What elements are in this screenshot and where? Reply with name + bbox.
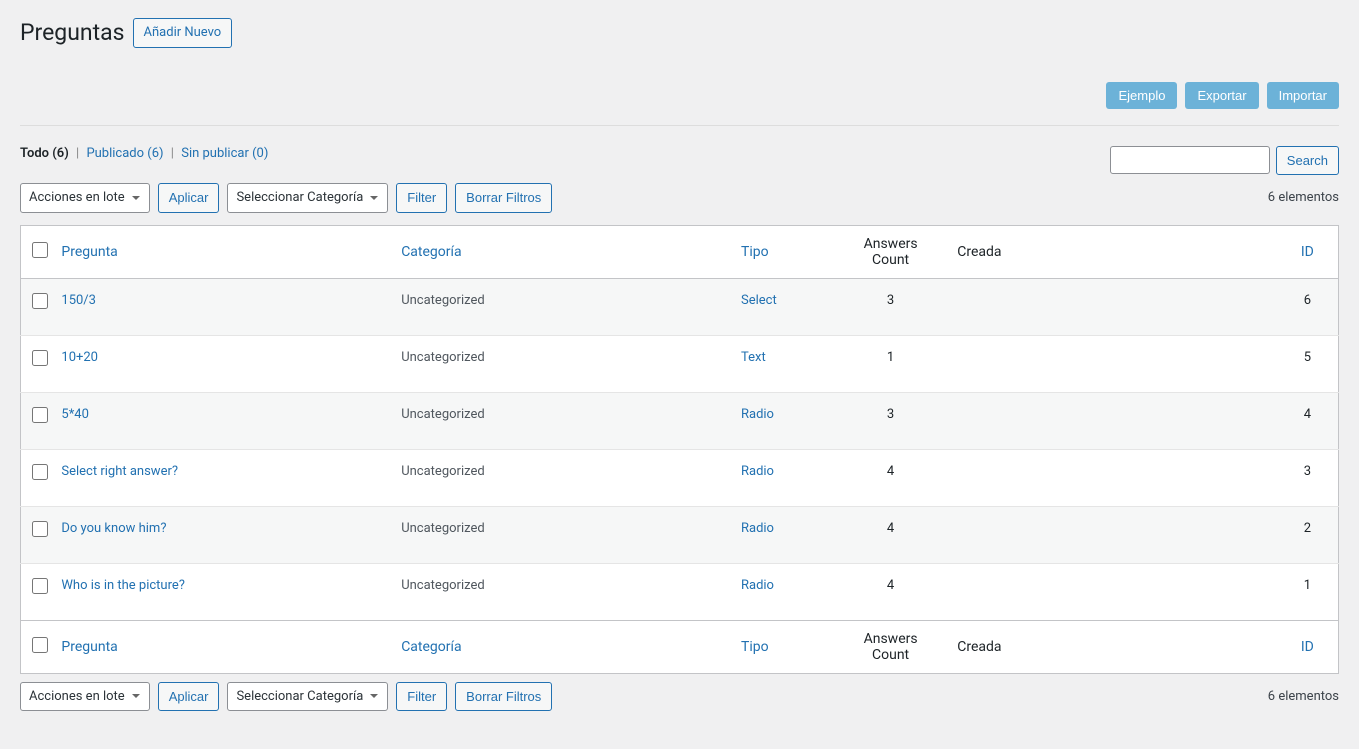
- category-cell: Uncategorized: [391, 392, 731, 449]
- column-id[interactable]: ID: [1301, 244, 1314, 260]
- example-button[interactable]: Ejemplo: [1106, 82, 1177, 109]
- page-title: Preguntas: [20, 19, 125, 46]
- table-row: Select right answer? Uncategorized Radio 4 3: [21, 449, 1339, 506]
- id-cell: 3: [1277, 449, 1339, 506]
- divider: [20, 125, 1339, 126]
- table-row: 5*40 Uncategorized Radio 3 4: [21, 392, 1339, 449]
- row-checkbox[interactable]: [32, 293, 48, 309]
- filter-button-bottom[interactable]: Filter: [396, 682, 447, 712]
- export-button[interactable]: Exportar: [1185, 82, 1258, 109]
- type-link[interactable]: Radio: [741, 578, 774, 593]
- question-link[interactable]: Select right answer?: [61, 464, 178, 479]
- bulk-actions-select[interactable]: Acciones en lote: [20, 183, 150, 213]
- column-created: Creada: [947, 225, 1277, 278]
- answers-cell: 1: [834, 335, 947, 392]
- import-button[interactable]: Importar: [1267, 82, 1339, 109]
- column-question[interactable]: Pregunta: [61, 244, 117, 260]
- column-answers-footer: Answers Count: [834, 620, 947, 673]
- table-row: 150/3 Uncategorized Select 3 6: [21, 278, 1339, 335]
- category-select-label: Seleccionar Categoría: [236, 687, 363, 707]
- column-answers: Answers Count: [834, 225, 947, 278]
- type-link[interactable]: Radio: [741, 407, 774, 422]
- separator: |: [167, 146, 178, 161]
- bulk-actions-label: Acciones en lote: [29, 188, 125, 208]
- apply-button-bottom[interactable]: Aplicar: [158, 682, 220, 712]
- question-link[interactable]: 10+20: [61, 350, 98, 365]
- category-cell: Uncategorized: [391, 506, 731, 563]
- column-question-footer[interactable]: Pregunta: [61, 639, 117, 655]
- filter-unpublished[interactable]: Sin publicar (0): [181, 146, 268, 161]
- column-type-footer[interactable]: Tipo: [741, 639, 769, 655]
- clear-filters-button-bottom[interactable]: Borrar Filtros: [455, 682, 552, 712]
- answers-cell: 4: [834, 506, 947, 563]
- column-category-footer[interactable]: Categoría: [401, 639, 461, 655]
- answers-cell: 4: [834, 449, 947, 506]
- id-cell: 4: [1277, 392, 1339, 449]
- row-checkbox[interactable]: [32, 464, 48, 480]
- question-link[interactable]: 5*40: [61, 407, 89, 422]
- select-all-checkbox[interactable]: [32, 242, 48, 258]
- id-cell: 6: [1277, 278, 1339, 335]
- chevron-down-icon: [369, 193, 379, 203]
- question-link[interactable]: Do you know him?: [61, 521, 166, 536]
- row-checkbox[interactable]: [32, 407, 48, 423]
- question-link[interactable]: 150/3: [61, 293, 96, 308]
- type-link[interactable]: Radio: [741, 464, 774, 479]
- id-cell: 2: [1277, 506, 1339, 563]
- search-input[interactable]: [1110, 146, 1270, 174]
- category-cell: Uncategorized: [391, 278, 731, 335]
- row-checkbox[interactable]: [32, 578, 48, 594]
- row-checkbox[interactable]: [32, 350, 48, 366]
- category-cell: Uncategorized: [391, 335, 731, 392]
- chevron-down-icon: [131, 193, 141, 203]
- category-cell: Uncategorized: [391, 563, 731, 620]
- column-type[interactable]: Tipo: [741, 244, 769, 260]
- table-row: 10+20 Uncategorized Text 1 5: [21, 335, 1339, 392]
- filter-button[interactable]: Filter: [396, 183, 447, 213]
- answers-cell: 3: [834, 392, 947, 449]
- items-count-top: 6 elementos: [1268, 190, 1339, 205]
- created-cell: [947, 563, 1277, 620]
- category-select-bottom[interactable]: Seleccionar Categoría: [227, 682, 388, 712]
- id-cell: 5: [1277, 335, 1339, 392]
- type-link[interactable]: Radio: [741, 521, 774, 536]
- row-checkbox[interactable]: [32, 521, 48, 537]
- table-row: Who is in the picture? Uncategorized Radio…: [21, 563, 1339, 620]
- type-link[interactable]: Select: [741, 293, 777, 308]
- category-select[interactable]: Seleccionar Categoría: [227, 183, 388, 213]
- category-select-label: Seleccionar Categoría: [236, 188, 363, 208]
- bulk-actions-label: Acciones en lote: [29, 687, 125, 707]
- created-cell: [947, 506, 1277, 563]
- filter-all[interactable]: Todo (6): [20, 146, 69, 161]
- add-new-button[interactable]: Añadir Nuevo: [133, 18, 233, 48]
- bulk-actions-select-bottom[interactable]: Acciones en lote: [20, 682, 150, 712]
- category-cell: Uncategorized: [391, 449, 731, 506]
- select-all-checkbox-bottom[interactable]: [32, 637, 48, 653]
- answers-cell: 4: [834, 563, 947, 620]
- answers-cell: 3: [834, 278, 947, 335]
- apply-button[interactable]: Aplicar: [158, 183, 220, 213]
- created-cell: [947, 449, 1277, 506]
- column-created-footer: Creada: [947, 620, 1277, 673]
- search-button[interactable]: Search: [1276, 146, 1339, 176]
- id-cell: 1: [1277, 563, 1339, 620]
- created-cell: [947, 278, 1277, 335]
- filter-published[interactable]: Publicado (6): [86, 146, 163, 161]
- type-link[interactable]: Text: [741, 350, 766, 365]
- chevron-down-icon: [131, 691, 141, 701]
- view-filters: Todo (6) | Publicado (6) | Sin publicar …: [20, 146, 268, 161]
- questions-table: Pregunta Categoría Tipo Answers Count Cr…: [20, 225, 1339, 674]
- separator: |: [72, 146, 83, 161]
- column-id-footer[interactable]: ID: [1301, 639, 1314, 655]
- clear-filters-button[interactable]: Borrar Filtros: [455, 183, 552, 213]
- created-cell: [947, 392, 1277, 449]
- table-row: Do you know him? Uncategorized Radio 4 2: [21, 506, 1339, 563]
- question-link[interactable]: Who is in the picture?: [61, 578, 185, 593]
- chevron-down-icon: [369, 691, 379, 701]
- column-category[interactable]: Categoría: [401, 244, 461, 260]
- created-cell: [947, 335, 1277, 392]
- items-count-bottom: 6 elementos: [1268, 689, 1339, 704]
